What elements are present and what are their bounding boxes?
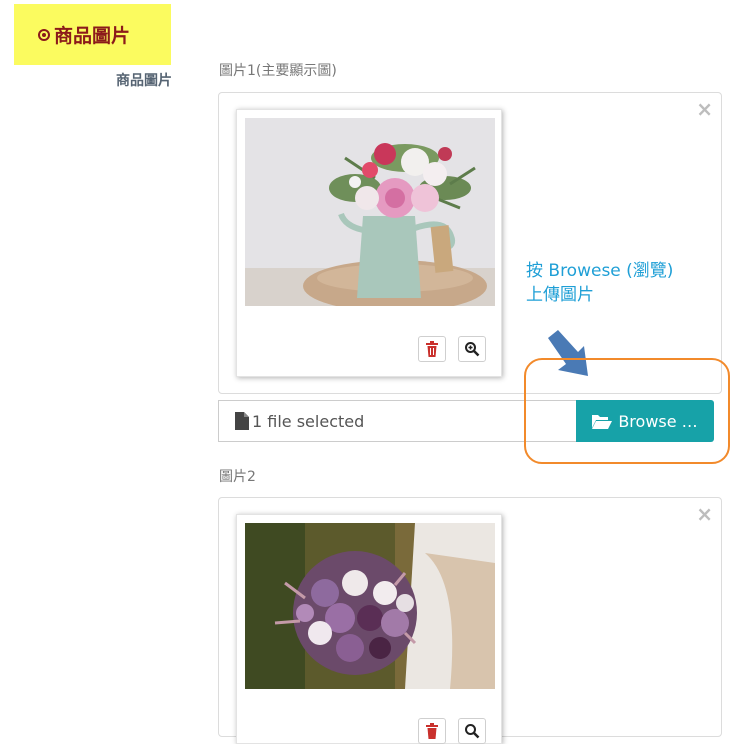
annotation-line-1: 按 Browese (瀏覽)	[526, 261, 674, 281]
annotation-line-2: 上傳圖片	[526, 285, 594, 305]
image1-zoom-button[interactable]	[458, 336, 486, 362]
annotation-note: 按 Browese (瀏覽) 上傳圖片	[526, 259, 673, 307]
image2-zoom-button[interactable]	[458, 718, 486, 744]
image1-close-icon[interactable]: ×	[696, 99, 713, 119]
image1-upload-panel: ×	[218, 92, 722, 394]
file-caption[interactable]: 1 file selected	[218, 400, 576, 442]
image2-photo	[245, 523, 495, 689]
file-icon	[235, 412, 249, 430]
row-label: 商品圖片	[116, 73, 172, 89]
target-icon	[38, 28, 50, 41]
image1-photo	[245, 118, 495, 306]
file-caption-text: 1 file selected	[252, 411, 365, 431]
highlight-ring	[524, 358, 730, 464]
image2-upload-panel: ×	[218, 497, 722, 744]
image1-label: 圖片1(主要顯示圖)	[219, 63, 337, 79]
image2-label: 圖片2	[219, 469, 256, 485]
image2-close-icon[interactable]: ×	[696, 504, 713, 524]
image1-thumbnail-card	[236, 109, 502, 377]
zoom-in-icon	[465, 342, 480, 357]
trash-icon	[426, 723, 438, 739]
image1-delete-button[interactable]	[418, 336, 446, 362]
trash-icon	[426, 341, 438, 357]
image2-delete-button[interactable]	[418, 718, 446, 744]
image2-thumbnail-card	[236, 514, 502, 744]
section-title-badge: 商品圖片	[14, 4, 171, 65]
section-title: 商品圖片	[54, 25, 131, 47]
zoom-in-icon	[465, 724, 480, 739]
